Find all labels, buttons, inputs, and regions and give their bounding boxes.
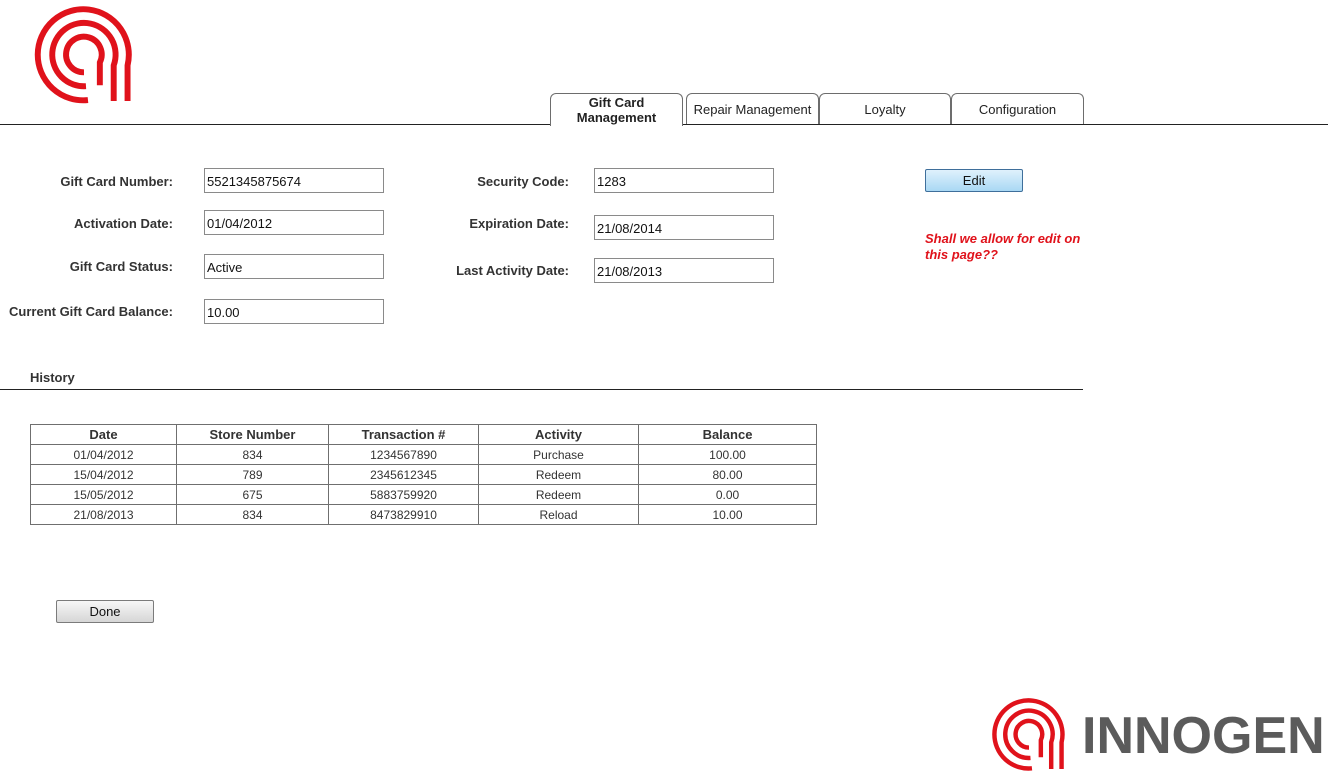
security-code-field[interactable] (594, 168, 774, 193)
tab-gift-card-management-label: Gift Card Management (577, 95, 656, 125)
current-balance-label: Current Gift Card Balance: (9, 304, 173, 319)
tab-loyalty-label: Loyalty (864, 101, 906, 117)
cell-date: 01/04/2012 (30, 444, 177, 465)
edit-button[interactable]: Edit (925, 169, 1023, 192)
cell-store-number: 834 (176, 504, 329, 525)
activation-date-label: Activation Date: (74, 216, 173, 231)
cell-transaction: 2345612345 (328, 464, 479, 485)
cell-balance: 10.00 (638, 504, 817, 525)
done-button[interactable]: Done (56, 600, 154, 623)
cell-activity: Redeem (478, 484, 639, 505)
history-table: Date Store Number Transaction # Activity… (30, 424, 817, 525)
cell-activity: Reload (478, 504, 639, 525)
cell-store-number: 834 (176, 444, 329, 465)
cell-balance: 100.00 (638, 444, 817, 465)
tab-label-line2: Management (576, 110, 657, 125)
column-header-transaction: Transaction # (328, 424, 479, 445)
gift-card-status-label: Gift Card Status: (69, 259, 173, 274)
history-divider (0, 389, 1083, 390)
cell-transaction: 1234567890 (328, 444, 479, 465)
column-header-activity: Activity (478, 424, 639, 445)
table-row: 15/05/2012 675 5883759920 Redeem 0.00 (30, 484, 817, 505)
activation-date-field[interactable] (204, 210, 384, 235)
gift-card-number-label: Gift Card Number: (60, 174, 173, 189)
column-header-balance: Balance (638, 424, 817, 445)
current-balance-field[interactable] (204, 299, 384, 324)
cell-activity: Purchase (478, 444, 639, 465)
tab-configuration-label: Configuration (978, 101, 1057, 117)
cell-date: 15/04/2012 (30, 464, 177, 485)
last-activity-date-field[interactable] (594, 258, 774, 283)
cell-activity: Redeem (478, 464, 639, 485)
column-header-date: Date (30, 424, 177, 445)
cell-balance: 0.00 (638, 484, 817, 505)
history-header-row: Date Store Number Transaction # Activity… (30, 424, 817, 445)
edit-note: Shall we allow for edit on this page?? (925, 231, 1081, 262)
last-activity-date-label: Last Activity Date: (456, 263, 569, 278)
innogen-logo-icon (992, 698, 1065, 771)
gift-card-status-field[interactable] (204, 254, 384, 279)
table-row: 21/08/2013 834 8473829910 Reload 10.00 (30, 504, 817, 525)
tab-configuration[interactable]: Configuration (951, 93, 1084, 124)
table-row: 01/04/2012 834 1234567890 Purchase 100.0… (30, 444, 817, 465)
table-row: 15/04/2012 789 2345612345 Redeem 80.00 (30, 464, 817, 485)
cell-transaction: 8473829910 (328, 504, 479, 525)
cell-date: 21/08/2013 (30, 504, 177, 525)
innogen-logo-icon (34, 6, 132, 104)
tab-repair-management[interactable]: Repair Management (686, 93, 819, 124)
security-code-label: Security Code: (477, 174, 569, 189)
cell-balance: 80.00 (638, 464, 817, 485)
tab-repair-management-label: Repair Management (693, 101, 812, 117)
cell-transaction: 5883759920 (328, 484, 479, 505)
cell-store-number: 789 (176, 464, 329, 485)
expiration-date-label: Expiration Date: (469, 216, 569, 231)
history-title: History (30, 370, 75, 385)
expiration-date-field[interactable] (594, 215, 774, 240)
cell-date: 15/05/2012 (30, 484, 177, 505)
brand-name: INNOGEN (1082, 707, 1325, 765)
tab-gift-card-management[interactable]: Gift Card Management (550, 93, 683, 126)
column-header-store-number: Store Number (176, 424, 329, 445)
cell-store-number: 675 (176, 484, 329, 505)
tab-loyalty[interactable]: Loyalty (819, 93, 951, 124)
gift-card-number-field[interactable] (204, 168, 384, 193)
tab-label-line1: Gift Card (588, 95, 645, 110)
